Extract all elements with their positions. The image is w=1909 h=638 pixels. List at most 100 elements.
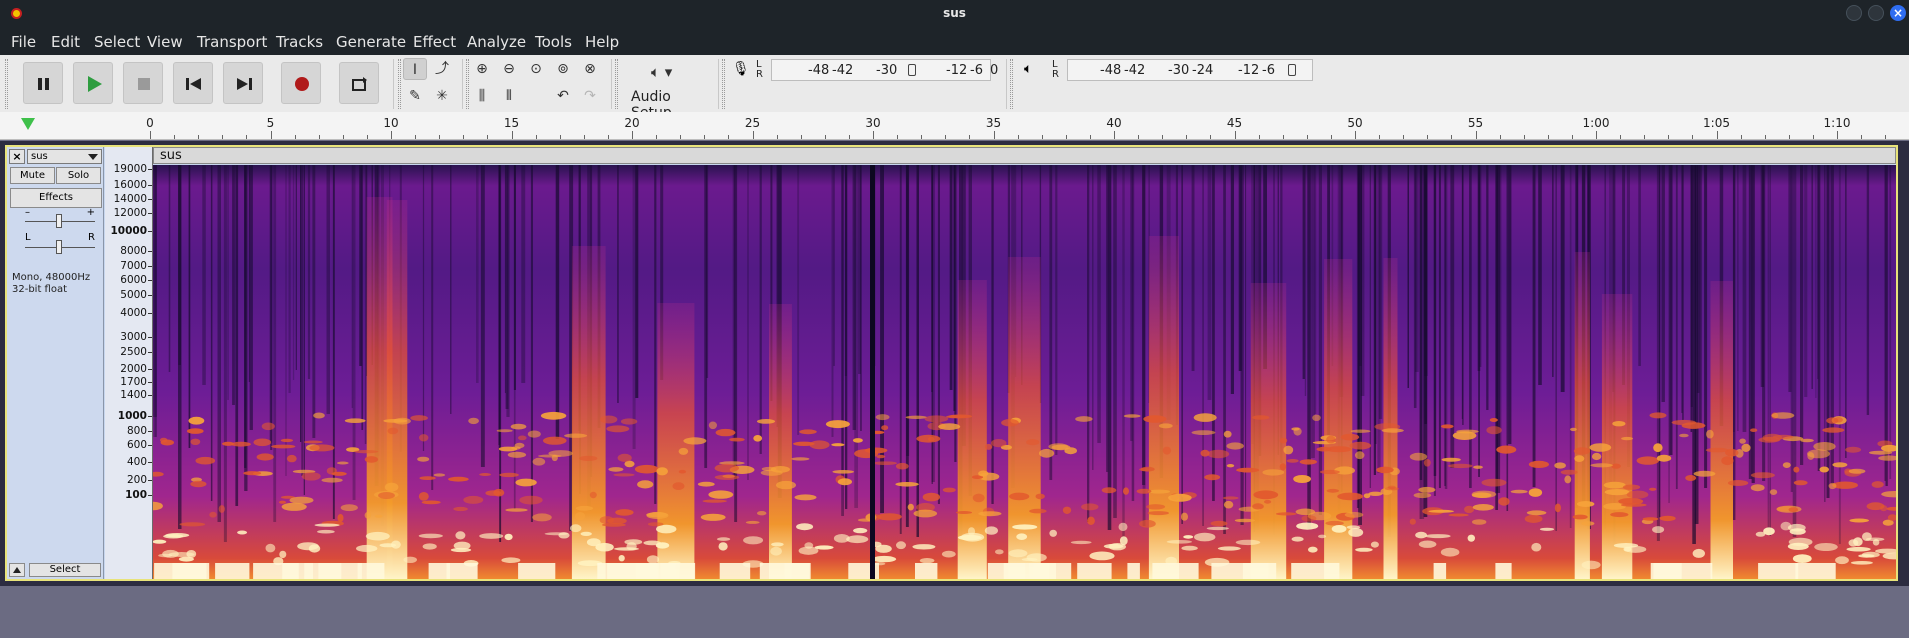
frequency-label: 8000 [120,245,147,257]
silence-button[interactable]: ⫴ [497,85,521,107]
spectro-harmonic [463,495,484,504]
spectro-harmonic [1653,443,1663,453]
play-head-icon[interactable] [21,118,35,130]
draw-tool[interactable]: ✎ [403,85,427,107]
spectro-harmonic [1418,540,1437,548]
audio-track[interactable]: × sus Mute Solo Effects – + L R Mono, 48… [5,145,1898,581]
toolbar-grip[interactable] [1010,59,1013,109]
maximize-button[interactable] [1868,5,1884,21]
skip-end-button[interactable] [223,62,263,104]
spectro-harmonic [378,492,395,499]
spectro-burst [769,304,792,579]
menu-view[interactable]: View [147,33,183,51]
spectro-streak [1681,165,1683,413]
skip-start-button[interactable] [173,62,213,104]
menu-help[interactable]: Help [585,33,619,51]
frequency-label: 5000 [120,289,147,301]
mute-button[interactable]: Mute [10,167,55,184]
pause-button[interactable] [23,62,63,104]
minimize-button[interactable] [1846,5,1862,21]
spectro-harmonic [825,420,850,429]
menu-edit[interactable]: Edit [51,33,80,51]
envelope-tool[interactable]: ⤴ [430,58,454,80]
frequency-label: 2500 [120,346,147,358]
spectro-harmonic [365,531,390,541]
undo-button[interactable]: ↶ [551,85,575,107]
menu-tools[interactable]: Tools [535,33,572,51]
spectro-streak [227,165,229,400]
track-close-button[interactable]: × [9,149,25,164]
spectro-harmonic [1381,428,1404,433]
record-meter[interactable]: 🎙︎ LR -48 -42 -30 -12 -6 0 [728,59,998,81]
track-name-dropdown[interactable]: sus [27,149,102,164]
spectro-harmonic [1573,447,1591,455]
spectro-harmonic [1750,484,1765,492]
timeline-ruler[interactable]: 0 5 10 15 20 25 30 35 40 45 50 55 1:00 1:05 1:10 [0,112,1909,140]
menu-file[interactable]: File [11,33,36,51]
spectro-harmonic [656,524,677,534]
spectro-harmonic [1564,475,1572,484]
menu-effect[interactable]: Effect [413,33,456,51]
zoom-toggle-button[interactable]: ⊗ [578,58,602,80]
gain-slider-thumb[interactable] [56,214,62,228]
menu-tracks[interactable]: Tracks [276,33,323,51]
close-window-button[interactable]: × [1890,5,1906,21]
spectro-harmonic [1591,452,1602,461]
trim-button[interactable]: ⫼ [470,85,494,107]
pan-slider-thumb[interactable] [56,240,62,254]
spectro-harmonic [218,505,225,513]
menu-analyze[interactable]: Analyze [467,33,526,51]
spectro-harmonic [793,441,815,446]
audio-setup-button[interactable]: 🔈︎ ▾ Audio Setup [621,58,714,121]
spectro-harmonic [297,542,319,551]
spectro-harmonic [162,549,179,558]
track-area[interactable]: × sus Mute Solo Effects – + L R Mono, 48… [0,141,1909,586]
menu-transport[interactable]: Transport [197,33,267,51]
effects-button[interactable]: Effects [10,188,102,208]
frequency-tick [148,295,152,296]
gain-slider[interactable]: – + [21,207,99,229]
pan-slider[interactable]: L R [21,232,99,255]
solo-button[interactable]: Solo [56,167,101,184]
ruler-tick-label: 40 [1106,116,1122,130]
menu-select[interactable]: Select [94,33,140,51]
spectro-harmonic [715,428,736,437]
spectro-streak [217,165,221,522]
spectrogram[interactable] [153,165,1896,579]
play-button[interactable] [73,62,113,104]
multi-tool[interactable]: ✳ [430,85,454,107]
frequency-ruler[interactable]: 19000 16000 14000 12000 10000 8000 7000 6000 500… [105,147,153,579]
redo-button[interactable]: ↷ [578,85,602,107]
fit-selection-button[interactable]: ⊙ [524,58,548,80]
spectro-harmonic [753,435,763,442]
stop-button[interactable] [123,62,163,104]
record-button[interactable] [281,62,321,104]
spectro-low-band [639,563,680,579]
playback-meter-slider[interactable] [1288,64,1296,76]
spectro-harmonic [1570,427,1577,432]
spectro-harmonic [873,461,898,466]
zoom-out-button[interactable]: ⊖ [497,58,521,80]
menu-generate[interactable]: Generate [336,33,406,51]
spectro-streak [1732,165,1735,432]
toolbar-grip[interactable] [466,59,469,109]
spectro-harmonic [321,477,343,483]
spectro-harmonic [912,544,936,550]
clip-header[interactable]: sus [153,147,1896,164]
toolbar-grip[interactable] [5,59,8,109]
toolbar-grip[interactable] [615,59,618,109]
loop-button[interactable] [339,62,379,104]
collapse-track-button[interactable] [9,563,25,577]
record-meter-slider[interactable] [908,64,916,76]
toolbar-separator [393,59,394,109]
spectro-harmonic [501,557,521,563]
empty-track-space[interactable] [0,586,1909,638]
toolbar-grip[interactable] [398,59,401,109]
playback-meter[interactable]: 🔈︎ LR -48 -42 -30 -24 -12 -6 [1020,59,1313,81]
spectro-streak [1142,165,1146,526]
fit-project-button[interactable]: ⊚ [551,58,575,80]
selection-tool[interactable]: I [403,58,427,80]
toolbar-grip[interactable] [722,59,725,109]
select-track-button[interactable]: Select [29,563,101,577]
zoom-in-button[interactable]: ⊕ [470,58,494,80]
